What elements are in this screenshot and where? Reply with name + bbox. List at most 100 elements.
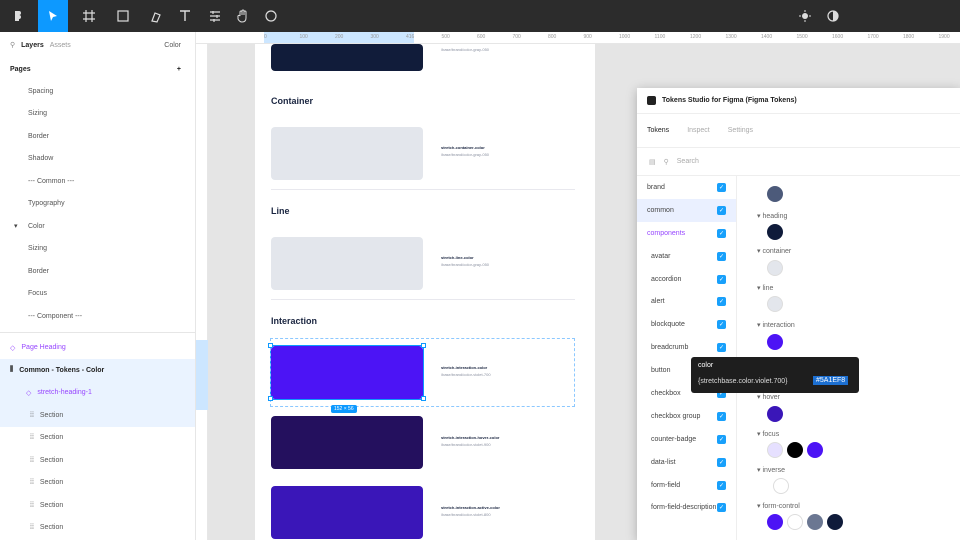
contrast-icon[interactable] xyxy=(818,0,848,32)
token-group-label[interactable]: ▾ focus xyxy=(757,430,779,438)
tab-tokens[interactable]: Tokens xyxy=(647,127,669,134)
layer-row[interactable]: ◇ Page Heading xyxy=(0,337,195,360)
checkbox-icon[interactable]: ✓ xyxy=(717,457,726,467)
page-item[interactable]: Border xyxy=(0,260,195,283)
color-token-dot[interactable] xyxy=(767,442,783,458)
color-token-dot[interactable] xyxy=(767,260,783,276)
color-token-dot[interactable] xyxy=(773,478,789,494)
page-item[interactable]: --- Common --- xyxy=(0,170,195,193)
checkbox-icon[interactable]: ✓ xyxy=(717,503,726,513)
main-menu-icon[interactable] xyxy=(4,0,34,32)
token-set-row[interactable]: counter-badge ✓ xyxy=(637,428,736,451)
layer-row[interactable]: ◇ stretch-heading-1 xyxy=(0,381,195,404)
checkbox-icon[interactable]: ✓ xyxy=(717,205,726,215)
token-group-label[interactable]: ▾ line xyxy=(757,284,773,292)
page-item[interactable]: Typography xyxy=(0,193,195,216)
token-set-row[interactable]: brand ✓ xyxy=(637,176,736,199)
token-group-label[interactable]: ▾ container xyxy=(757,247,791,255)
checkbox-icon[interactable]: ✓ xyxy=(717,182,726,192)
hand-tool-icon[interactable] xyxy=(228,0,258,32)
token-set-row[interactable]: components ✓ xyxy=(637,222,736,245)
checkbox-icon[interactable]: ✓ xyxy=(717,274,726,284)
token-set-row[interactable]: breadcrumb ✓ xyxy=(637,336,736,359)
color-token-dot[interactable] xyxy=(807,442,823,458)
token-sets-icon[interactable]: ▤ xyxy=(649,158,656,166)
token-set-row[interactable]: accordion ✓ xyxy=(637,268,736,291)
page-item[interactable]: Focus xyxy=(0,283,195,306)
checkbox-icon[interactable]: ✓ xyxy=(717,343,726,353)
resize-handle-br[interactable] xyxy=(421,396,426,401)
checkbox-icon[interactable]: ✓ xyxy=(717,434,726,444)
tab-inspect[interactable]: Inspect xyxy=(687,127,710,134)
token-set-row[interactable]: alert ✓ xyxy=(637,290,736,313)
token-set-row[interactable]: common ✓ xyxy=(637,198,736,222)
checkbox-icon[interactable]: ✓ xyxy=(717,297,726,307)
token-set-row[interactable]: form-field-description ✓ xyxy=(637,496,736,519)
search-icon[interactable]: ⚲ xyxy=(10,41,15,49)
checkbox-icon[interactable]: ✓ xyxy=(717,251,726,261)
layer-row[interactable]: ⫼ Common - Tokens - Color xyxy=(0,359,195,382)
token-set-row[interactable]: form-field ✓ xyxy=(637,474,736,497)
checkbox-icon[interactable]: ✓ xyxy=(717,228,726,238)
layer-row[interactable]: ⁞⁞ Section xyxy=(0,472,195,495)
color-token-dot[interactable] xyxy=(767,334,783,350)
resize-handle-tr[interactable] xyxy=(421,343,426,348)
layer-row[interactable]: ⁞⁞ Section xyxy=(0,494,195,517)
tab-layers[interactable]: Layers xyxy=(21,42,44,49)
token-group-label[interactable]: ▾ interaction xyxy=(757,321,795,329)
page-item[interactable]: Border xyxy=(0,125,195,148)
design-frame[interactable]: /base/brand/color-gray-050 Container str… xyxy=(255,44,595,540)
comment-tool-icon[interactable] xyxy=(256,0,286,32)
color-token-dot[interactable] xyxy=(767,186,783,202)
frame-tool-icon[interactable] xyxy=(74,0,104,32)
pen-tool-icon[interactable] xyxy=(142,0,172,32)
color-token-dot[interactable] xyxy=(767,224,783,240)
layer-row[interactable]: ⁞⁞ Section xyxy=(0,427,195,450)
page-item[interactable]: ▾ Color xyxy=(0,215,195,238)
page-item[interactable]: Sizing xyxy=(0,238,195,261)
sun-icon[interactable] xyxy=(790,0,820,32)
shape-tool-icon[interactable] xyxy=(108,0,138,32)
text-tool-icon[interactable] xyxy=(170,0,200,32)
color-token-dot[interactable] xyxy=(827,514,843,530)
token-group-label[interactable]: ▾ heading xyxy=(757,212,787,220)
resize-handle-tl[interactable] xyxy=(268,343,273,348)
move-tool-icon[interactable] xyxy=(38,0,68,32)
page-item[interactable]: --- Component --- xyxy=(0,305,195,328)
token-group-label[interactable]: ▾ hover xyxy=(757,393,780,401)
token-group-label[interactable]: ▾ inverse xyxy=(757,466,785,474)
token-set-row[interactable]: avatar ✓ xyxy=(637,245,736,268)
color-token-dot[interactable] xyxy=(787,442,803,458)
color-token-dot[interactable] xyxy=(807,514,823,530)
line-swatch[interactable] xyxy=(271,237,423,290)
checkbox-icon[interactable]: ✓ xyxy=(717,480,726,490)
resources-icon[interactable] xyxy=(200,0,230,32)
color-token-dot[interactable] xyxy=(767,406,783,422)
layer-row[interactable]: ⁞⁞ Section xyxy=(0,404,195,427)
current-page-label[interactable]: Color xyxy=(164,42,181,49)
color-token-dot[interactable] xyxy=(787,514,803,530)
checkbox-icon[interactable]: ✓ xyxy=(717,320,726,330)
color-token-dot[interactable] xyxy=(767,514,783,530)
interaction-hover-swatch[interactable] xyxy=(271,416,423,469)
token-set-row[interactable]: checkbox group ✓ xyxy=(637,405,736,428)
token-group-label[interactable]: ▾ form-control xyxy=(757,502,800,510)
plugin-search[interactable]: ▤ ⚲ Search xyxy=(637,148,960,176)
checkbox-icon[interactable]: ✓ xyxy=(717,411,726,421)
top-color-swatch[interactable] xyxy=(271,44,423,71)
add-page-button[interactable]: + xyxy=(177,66,181,73)
tab-assets[interactable]: Assets xyxy=(50,42,71,49)
resize-handle-bl[interactable] xyxy=(268,396,273,401)
search-input[interactable]: Search xyxy=(677,158,699,165)
color-token-dot[interactable] xyxy=(767,296,783,312)
token-set-row[interactable]: data-list ✓ xyxy=(637,451,736,474)
layer-row[interactable]: ⁞⁞ Section xyxy=(0,449,195,472)
container-swatch[interactable] xyxy=(271,127,423,180)
tab-settings[interactable]: Settings xyxy=(728,127,753,134)
page-item[interactable]: Shadow xyxy=(0,148,195,171)
interaction-active-swatch[interactable] xyxy=(271,486,423,539)
chevron-down-icon[interactable]: ▾ xyxy=(14,222,28,230)
page-item[interactable]: Spacing xyxy=(0,80,195,103)
token-set-row[interactable]: blockquote ✓ xyxy=(637,313,736,336)
layer-row[interactable]: ⁞⁞ Section xyxy=(0,517,195,540)
